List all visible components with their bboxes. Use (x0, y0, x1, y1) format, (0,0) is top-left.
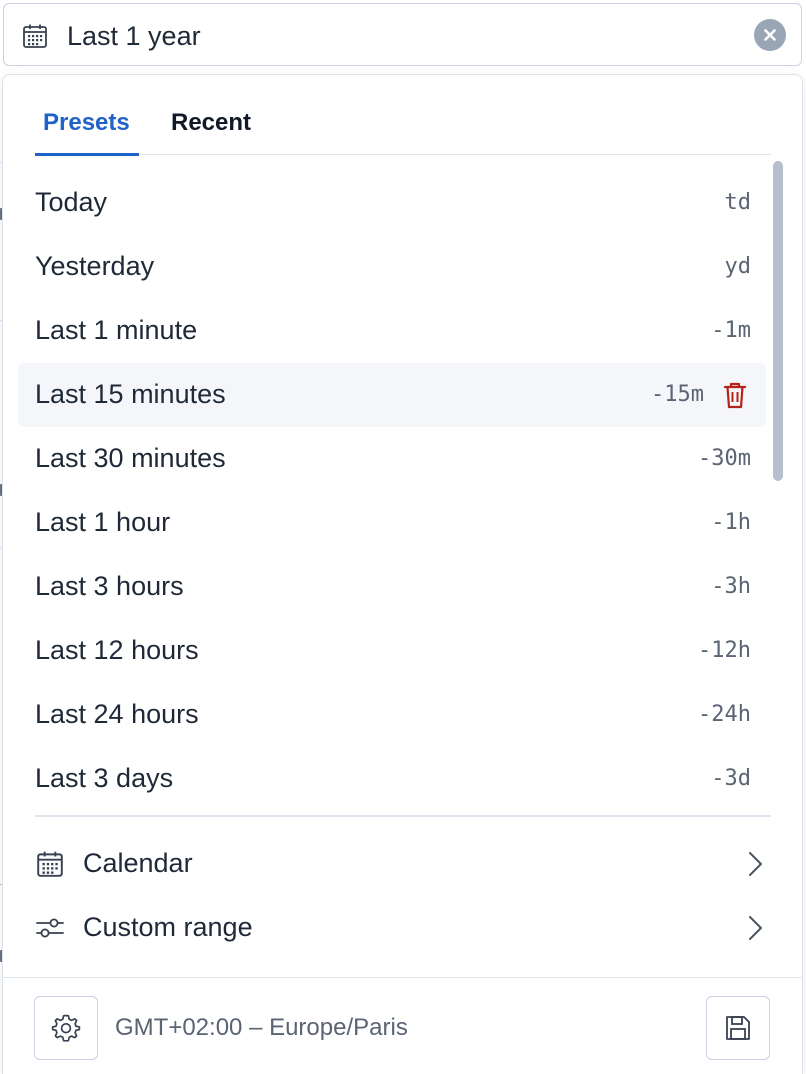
preset-shortcut: -12h (698, 638, 751, 663)
calendar-nav-item[interactable]: Calendar (35, 835, 771, 895)
preset-label: Last 24 hours (35, 699, 199, 729)
preset-item-last-3-hours[interactable]: Last 3 hours -3h (18, 555, 766, 619)
date-range-input[interactable]: Last 1 year (3, 3, 802, 66)
date-picker-popover: Presets Recent Today td Yesterday yd Las… (2, 74, 803, 1074)
sliders-icon (36, 918, 64, 938)
preset-item-last-15-minutes[interactable]: Last 15 minutes -15m (18, 363, 766, 427)
preset-shortcut: yd (724, 254, 752, 279)
chevron-right-icon (749, 916, 762, 940)
timezone-label: GMT+02:00 – Europe/Paris (115, 1014, 408, 1041)
preset-item-last-30-minutes[interactable]: Last 30 minutes -30m (18, 427, 766, 491)
tab-recent[interactable]: Recent (163, 105, 263, 155)
preset-item-yesterday[interactable]: Yesterday yd (18, 235, 766, 299)
tab-presets[interactable]: Presets (35, 105, 139, 156)
preset-label: Last 12 hours (35, 635, 199, 665)
popover-footer: GMT+02:00 – Europe/Paris (3, 977, 803, 1074)
preset-shortcut: -24h (698, 702, 751, 727)
preset-item-last-24-hours[interactable]: Last 24 hours -24h (18, 683, 766, 747)
divider (35, 815, 771, 817)
preset-label: Last 1 hour (35, 507, 171, 537)
preset-list-scrollbar[interactable] (773, 161, 783, 481)
preset-label: Last 30 minutes (35, 443, 226, 473)
chevron-right-icon (749, 852, 762, 876)
calendar-icon (23, 24, 47, 48)
preset-shortcut: -15m (651, 382, 704, 407)
preset-shortcut: -3h (711, 574, 751, 599)
clear-button[interactable] (754, 19, 786, 51)
custom-range-nav-item[interactable]: Custom range (35, 899, 771, 959)
preset-shortcut: -3d (711, 766, 751, 791)
preset-label: Today (35, 187, 108, 217)
nav-item-label: Custom range (83, 912, 253, 942)
preset-item-last-1-minute[interactable]: Last 1 minute -1m (18, 299, 766, 363)
close-icon (764, 29, 776, 41)
preset-shortcut: -30m (698, 446, 751, 471)
preset-label: Last 3 hours (35, 571, 184, 601)
preset-shortcut: td (724, 190, 752, 215)
tab-bar: Presets Recent (35, 105, 771, 156)
preset-label: Yesterday (35, 251, 155, 281)
preset-shortcut: -1h (711, 510, 751, 535)
preset-label: Last 15 minutes (35, 379, 226, 409)
save-icon (726, 1016, 750, 1040)
date-range-picker-page: Last 1 year Presets Recent Today td Yest… (0, 0, 806, 1074)
preset-shortcut: -1m (711, 318, 751, 343)
preset-item-last-12-hours[interactable]: Last 12 hours -12h (18, 619, 766, 683)
gear-icon (51, 1014, 81, 1042)
calendar-icon (37, 851, 63, 877)
save-button[interactable] (706, 996, 770, 1060)
preset-label: Last 3 days (35, 763, 174, 793)
date-range-value: Last 1 year (67, 21, 201, 51)
preset-item-last-1-hour[interactable]: Last 1 hour -1h (18, 491, 766, 555)
preset-item-today[interactable]: Today td (18, 171, 766, 235)
trash-icon[interactable] (722, 380, 748, 410)
preset-item-last-3-days[interactable]: Last 3 days -3d (18, 747, 766, 811)
preset-list: Today td Yesterday yd Last 1 minute -1m … (18, 171, 766, 811)
settings-button[interactable] (34, 996, 98, 1060)
nav-item-label: Calendar (83, 848, 193, 878)
preset-label: Last 1 minute (35, 315, 198, 345)
